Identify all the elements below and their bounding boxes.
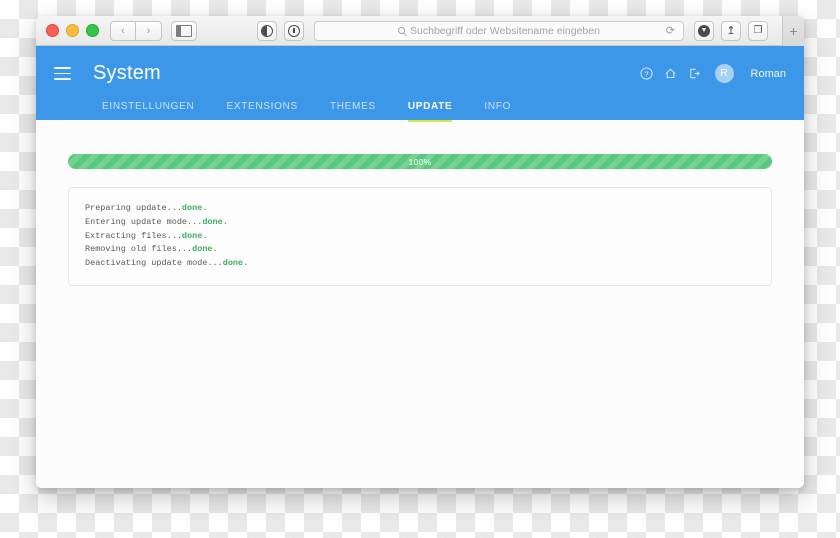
update-panel: 100% Preparing update...done. Entering u… (36, 120, 804, 488)
sidebar-icon (176, 24, 192, 37)
update-progress-label: 100% (408, 156, 432, 167)
search-icon (398, 27, 406, 34)
log-line-text: Entering update mode... (85, 216, 203, 227)
zoom-window-button[interactable] (86, 24, 99, 37)
close-window-button[interactable] (46, 24, 59, 37)
downloads-icon (698, 24, 710, 37)
back-button[interactable]: ‹ (110, 20, 136, 41)
navigation-buttons: ‹ › (110, 20, 162, 41)
browser-toolbar: ‹ › Suchbegriff oder Websitename eingebe… (36, 16, 804, 46)
log-line: Entering update mode...done. (85, 216, 755, 230)
hamburger-menu-icon[interactable] (54, 67, 71, 80)
show-tabs-button[interactable]: ❐ (748, 20, 768, 41)
info-button[interactable] (284, 20, 304, 41)
logout-icon[interactable] (688, 67, 701, 80)
update-progress-bar: 100% (68, 154, 772, 169)
app-tab-bar: EINSTELLUNGEN EXTENSIONS THEMES UPDATE I… (36, 97, 804, 122)
tab-einstellungen[interactable]: EINSTELLUNGEN (102, 97, 194, 122)
browser-window: ‹ › Suchbegriff oder Websitename eingebe… (36, 16, 804, 488)
log-line-status: done. (181, 230, 208, 241)
svg-text:?: ? (644, 70, 648, 79)
address-bar-placeholder: Suchbegriff oder Websitename eingeben (410, 24, 600, 37)
log-line-text: Extracting files... (85, 230, 182, 241)
tabs-icon: ❐ (753, 25, 763, 36)
log-line-status: done. (222, 258, 249, 269)
sidebar-toggle-button[interactable] (171, 20, 197, 41)
home-icon[interactable] (664, 67, 677, 80)
log-line: Deactivating update mode...done. (85, 257, 755, 271)
reader-toggle-icon (261, 24, 273, 37)
forward-button[interactable]: › (136, 20, 162, 41)
tab-info[interactable]: INFO (484, 97, 511, 122)
reader-toggle-button[interactable] (257, 20, 277, 41)
info-circle-icon (288, 24, 300, 37)
downloads-button[interactable] (694, 20, 714, 41)
app-header-top: System ? R Roman (36, 46, 804, 85)
update-log: Preparing update...done. Entering update… (68, 187, 772, 286)
help-icon[interactable]: ? (639, 67, 653, 80)
log-line: Preparing update...done. (85, 202, 755, 216)
log-line-status: done. (192, 244, 218, 255)
tab-themes[interactable]: THEMES (330, 97, 376, 122)
header-actions: ? R Roman (639, 64, 786, 83)
minimize-window-button[interactable] (66, 24, 79, 37)
page-title: System (93, 62, 161, 84)
app-header: System ? R Roman EINSTELLUNGEN EXTENSION… (36, 46, 804, 122)
avatar[interactable]: R (714, 64, 734, 83)
log-line: Extracting files...done. (85, 230, 755, 244)
log-line-status: done. (202, 216, 228, 227)
share-button[interactable]: ↥ (721, 20, 741, 41)
new-tab-button[interactable]: + (782, 16, 804, 46)
tab-extensions[interactable]: EXTENSIONS (226, 97, 297, 122)
address-bar[interactable]: Suchbegriff oder Websitename eingeben ⟳ (314, 20, 684, 41)
log-line-status: done. (181, 203, 208, 213)
update-progress-fill: 100% (68, 154, 772, 169)
tab-update[interactable]: UPDATE (407, 97, 453, 122)
log-line-text: Deactivating update mode... (85, 258, 223, 269)
share-icon: ↥ (726, 25, 736, 37)
toolbar-right-buttons: ↥ ❐ + (694, 16, 804, 46)
reload-icon[interactable]: ⟳ (666, 24, 675, 37)
page-tools (257, 20, 304, 41)
log-line-text: Removing old files... (85, 244, 193, 255)
address-bar-inner: Suchbegriff oder Websitename eingeben (398, 25, 600, 37)
window-controls (46, 24, 99, 37)
user-name[interactable]: Roman (751, 68, 786, 80)
log-line-text: Preparing update... (85, 203, 182, 213)
log-line: Removing old files...done. (85, 243, 755, 257)
